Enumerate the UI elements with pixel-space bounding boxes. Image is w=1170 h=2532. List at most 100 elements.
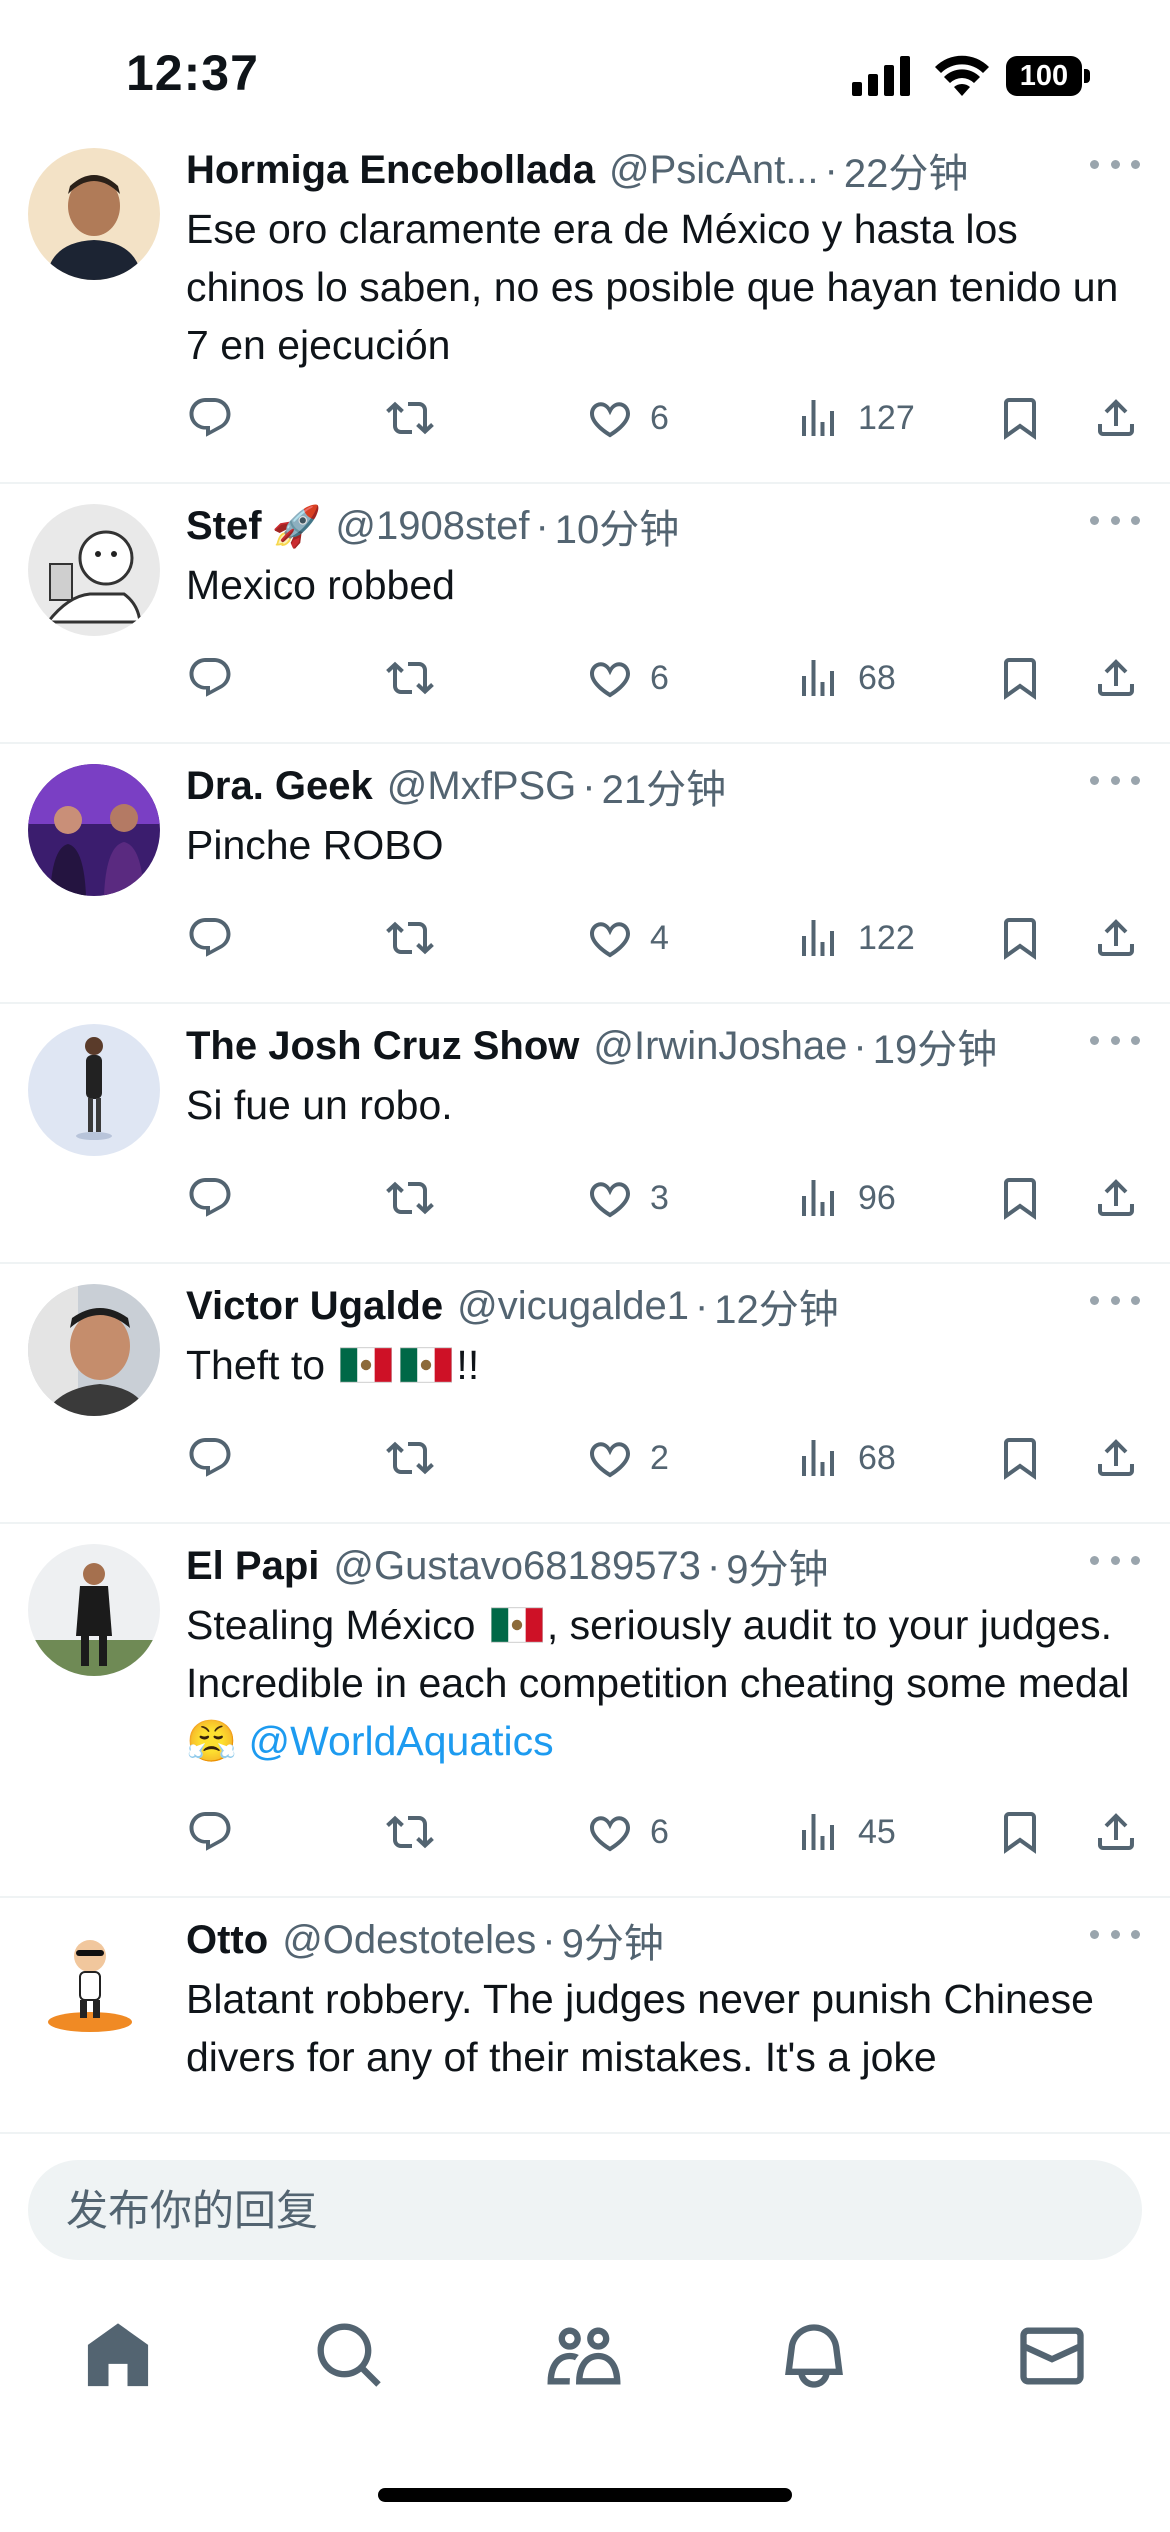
display-name[interactable]: El Papi: [186, 1544, 319, 1589]
tweet[interactable]: Victor Ugalde @vicugalde1 · 12分钟 Theft t…: [0, 1264, 1170, 1524]
share-icon: [1092, 654, 1140, 702]
share-button[interactable]: [1092, 648, 1140, 708]
avatar[interactable]: [28, 504, 160, 636]
battery-level: 100: [1006, 56, 1082, 96]
user-handle[interactable]: @IrwinJoshae: [593, 1024, 847, 1069]
bookmark-button[interactable]: [996, 1428, 1044, 1488]
heart-icon: [586, 394, 634, 442]
tab-communities[interactable]: [546, 2318, 622, 2394]
views-button[interactable]: 127: [794, 388, 915, 448]
mexico-flag-icon: [340, 1347, 392, 1383]
more-options-icon[interactable]: [1090, 1280, 1140, 1320]
reply-input[interactable]: [28, 2160, 1142, 2260]
views-button[interactable]: 122: [794, 908, 915, 968]
timestamp[interactable]: 21分钟: [602, 757, 727, 815]
tweet[interactable]: Stef 🚀 @1908stef · 10分钟 Mexico robbed 6 …: [0, 484, 1170, 744]
more-options-icon[interactable]: [1090, 1540, 1140, 1580]
user-handle[interactable]: @1908stef: [335, 504, 529, 549]
reply-button[interactable]: [186, 1168, 234, 1228]
mention-link[interactable]: @WorldAquatics: [248, 1718, 553, 1764]
views-button[interactable]: 96: [794, 1168, 896, 1228]
timestamp[interactable]: 12分钟: [714, 1277, 839, 1335]
retweet-button[interactable]: [386, 648, 434, 708]
reply-button[interactable]: [186, 648, 234, 708]
tweet[interactable]: El Papi @Gustavo68189573 · 9分钟 Stealing …: [0, 1524, 1170, 1898]
display-name[interactable]: Dra. Geek: [186, 764, 373, 809]
user-handle[interactable]: @MxfPSG: [387, 764, 577, 809]
share-icon: [1092, 394, 1140, 442]
share-button[interactable]: [1092, 1168, 1140, 1228]
bottom-tab-bar: [0, 2280, 1170, 2430]
bookmark-button[interactable]: [996, 388, 1044, 448]
reply-button[interactable]: [186, 1428, 234, 1488]
tweet[interactable]: Dra. Geek @MxfPSG · 21分钟 Pinche ROBO 4 1…: [0, 744, 1170, 1004]
avatar[interactable]: [28, 1918, 160, 2050]
retweet-icon: [386, 1434, 434, 1482]
like-button[interactable]: 2: [586, 1428, 669, 1488]
bar-chart-icon: [794, 394, 842, 442]
tweet[interactable]: Hormiga Encebollada @PsicAnt... · 22分钟 E…: [0, 128, 1170, 484]
tab-home[interactable]: [80, 2318, 156, 2394]
timestamp[interactable]: 22分钟: [844, 141, 969, 199]
like-button[interactable]: 4: [586, 908, 669, 968]
user-handle[interactable]: @vicugalde1: [457, 1284, 689, 1329]
tweet[interactable]: Otto @Odestoteles · 9分钟 Blatant robbery.…: [0, 1898, 1170, 2132]
tweet[interactable]: The Josh Cruz Show @IrwinJoshae · 19分钟 S…: [0, 1004, 1170, 1264]
avatar[interactable]: [28, 148, 160, 280]
like-button[interactable]: 6: [586, 388, 669, 448]
retweet-button[interactable]: [386, 908, 434, 968]
like-button[interactable]: 6: [586, 648, 669, 708]
bookmark-button[interactable]: [996, 1168, 1044, 1228]
timestamp[interactable]: 9分钟: [726, 1537, 828, 1595]
user-handle[interactable]: @Gustavo68189573: [333, 1544, 701, 1589]
avatar[interactable]: [28, 1024, 160, 1156]
retweet-button[interactable]: [386, 1428, 434, 1488]
share-button[interactable]: [1092, 388, 1140, 448]
display-name[interactable]: Stef: [186, 504, 262, 549]
tweet-text: Si fue un robo.: [186, 1082, 453, 1128]
retweet-button[interactable]: [386, 1802, 434, 1862]
like-button[interactable]: 3: [586, 1168, 669, 1228]
more-options-icon[interactable]: [1090, 144, 1140, 184]
bookmark-button[interactable]: [996, 648, 1044, 708]
tab-search[interactable]: [312, 2318, 388, 2394]
reply-button[interactable]: [186, 388, 234, 448]
reply-button[interactable]: [186, 908, 234, 968]
user-handle[interactable]: @PsicAnt...: [609, 148, 819, 193]
more-options-icon[interactable]: [1090, 500, 1140, 540]
views-button[interactable]: 68: [794, 1428, 896, 1488]
tab-notifications[interactable]: [776, 2318, 852, 2394]
share-button[interactable]: [1092, 1802, 1140, 1862]
more-options-icon[interactable]: [1090, 1914, 1140, 1954]
battery-icon: 100: [1006, 56, 1090, 96]
views-button[interactable]: 68: [794, 648, 896, 708]
more-options-icon[interactable]: [1090, 760, 1140, 800]
retweet-button[interactable]: [386, 1168, 434, 1228]
reply-button[interactable]: [186, 1802, 234, 1862]
share-button[interactable]: [1092, 908, 1140, 968]
bookmark-button[interactable]: [996, 1802, 1044, 1862]
avatar[interactable]: [28, 764, 160, 896]
mexico-flag-icon: [491, 1607, 543, 1643]
views-button[interactable]: 45: [794, 1802, 896, 1862]
display-name[interactable]: Hormiga Encebollada: [186, 148, 595, 193]
bookmark-button[interactable]: [996, 908, 1044, 968]
bar-chart-icon: [794, 654, 842, 702]
timestamp[interactable]: 19分钟: [873, 1017, 998, 1075]
avatar[interactable]: [28, 1544, 160, 1676]
display-name[interactable]: Victor Ugalde: [186, 1284, 443, 1329]
timestamp[interactable]: 10分钟: [555, 497, 680, 555]
retweet-button[interactable]: [386, 388, 434, 448]
reply-feed[interactable]: Hormiga Encebollada @PsicAnt... · 22分钟 E…: [0, 128, 1170, 2132]
view-count: 127: [858, 398, 915, 437]
like-button[interactable]: 6: [586, 1802, 669, 1862]
avatar[interactable]: [28, 1284, 160, 1416]
share-button[interactable]: [1092, 1428, 1140, 1488]
user-handle[interactable]: @Odestoteles: [282, 1918, 536, 1963]
bookmark-icon: [996, 1174, 1044, 1222]
display-name[interactable]: The Josh Cruz Show: [186, 1024, 579, 1069]
tab-messages[interactable]: [1014, 2318, 1090, 2394]
display-name[interactable]: Otto: [186, 1918, 268, 1963]
more-options-icon[interactable]: [1090, 1020, 1140, 1060]
timestamp[interactable]: 9分钟: [562, 1911, 664, 1969]
